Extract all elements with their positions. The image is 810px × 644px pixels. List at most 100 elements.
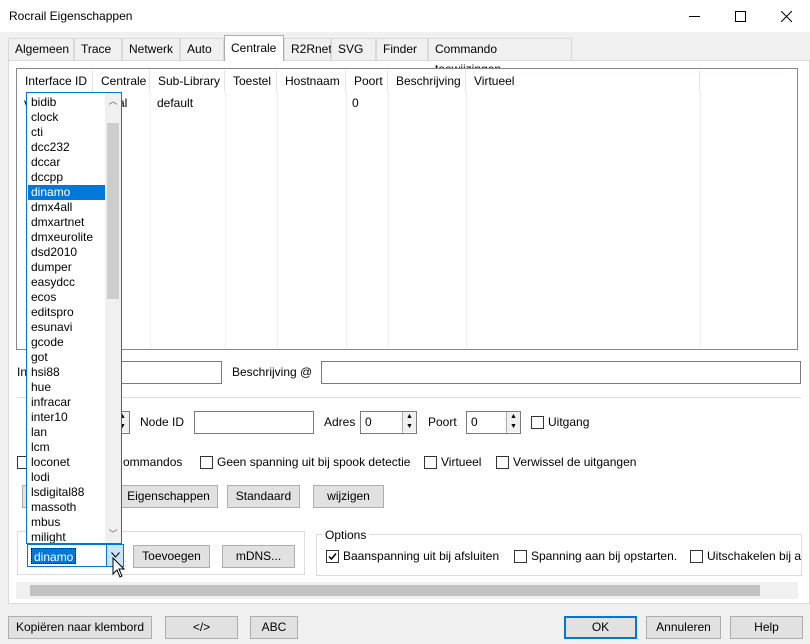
chevron-down-icon[interactable]: ﹀ [105,526,121,543]
spanning-opstarten-checkbox[interactable] [514,550,527,563]
col-divider [346,92,347,348]
col-divider [466,92,467,348]
spin-up-icon[interactable]: ▲ [403,412,416,422]
dropdown-item-clock[interactable]: clock [28,110,105,125]
grid-cell-sub-library[interactable]: default [157,96,193,110]
close-button[interactable] [763,0,809,32]
node-id-input[interactable] [194,411,314,434]
dropdown-item-milight[interactable]: milight [28,530,105,543]
baanspanning-afsluiten-checkbox[interactable] [326,550,339,563]
uitgang-checkbox[interactable] [531,416,544,429]
dropdown-item-cti[interactable]: cti [28,125,105,140]
col-header-toestel[interactable]: Toestel [225,70,277,92]
centrale-grid[interactable] [16,68,798,350]
chevron-up-icon[interactable]: ︿ [105,93,121,110]
col-header-virtueel[interactable]: Virtueel [466,70,700,92]
dropdown-item-gcode[interactable]: gcode [28,335,105,350]
dropdown-item-dumper[interactable]: dumper [28,260,105,275]
cancel-button[interactable]: Annuleren [646,616,721,639]
spin-down-icon[interactable]: ▼ [403,422,416,432]
library-combo[interactable]: dinamo [27,544,124,567]
dropdown-item-dccar[interactable]: dccar [28,155,105,170]
standaard-button[interactable]: Standaard [227,485,300,508]
col-divider [225,92,226,348]
col-header-poort[interactable]: Poort [346,70,388,92]
eigenschappen-button[interactable]: Eigenschappen [119,485,218,508]
dropdown-item-ecos[interactable]: ecos [28,290,105,305]
spook-detectie-checkbox[interactable] [200,456,213,469]
dropdown-item-dsd2010[interactable]: dsd2010 [28,245,105,260]
minimize-button[interactable] [671,0,717,32]
dropdown-item-got[interactable]: got [28,350,105,365]
tab-algemeen[interactable]: Algemeen [8,38,74,60]
grid-cell-poort[interactable]: 0 [352,96,359,110]
dropdown-item-editspro[interactable]: editspro [28,305,105,320]
dropdown-item-loconet[interactable]: loconet [28,455,105,470]
col-header-beschrijving[interactable]: Beschrijving [388,70,466,92]
dropdown-item-dccpp[interactable]: dccpp [28,170,105,185]
spin-down-icon[interactable]: ▼ [507,422,520,432]
help-button[interactable]: Help [730,616,803,639]
group-separator [17,397,801,398]
uitschakelen-checkbox[interactable] [690,550,703,563]
dropdown-item-esunavi[interactable]: esunavi [28,320,105,335]
dropdown-item-lodi[interactable]: lodi [28,470,105,485]
maximize-button[interactable] [717,0,763,32]
library-dropdown-list[interactable]: bidib clock cti dcc232 dccar dccpp dinamo dmx4a… [26,92,122,544]
uitschakelen-label: Uitschakelen bij a [707,549,802,563]
virtueel-checkbox[interactable] [424,456,437,469]
dropdown-item-infracar[interactable]: infracar [28,395,105,410]
spook-detectie-label: Geen spanning uit bij spook detectie [217,455,411,469]
mouse-cursor-icon [112,557,126,578]
tab-svg[interactable]: SVG [331,38,376,60]
dropdown-item-hsi88[interactable]: hsi88 [28,365,105,380]
col-header-centrale[interactable]: Centrale [93,70,150,92]
dropdown-item-hue[interactable]: hue [28,380,105,395]
verwissel-checkbox[interactable] [496,456,509,469]
col-divider [700,92,701,348]
ok-button[interactable]: OK [564,616,637,639]
window-title: Rocrail Eigenschappen [9,9,133,23]
dropdown-item-dmx4all[interactable]: dmx4all [28,200,105,215]
adres-spinner[interactable]: 0 ▲ ▼ [360,411,417,434]
beschrijving-input[interactable] [321,361,801,384]
spin-up-icon[interactable]: ▲ [507,412,520,422]
dropdown-item-lan[interactable]: lan [28,425,105,440]
col-header-interface-id[interactable]: Interface ID [17,70,93,92]
dropdown-item-bidib[interactable]: bidib [28,95,105,110]
dropdown-item-massoth[interactable]: massoth [28,500,105,515]
dropdown-item-dcc232[interactable]: dcc232 [28,140,105,155]
col-divider [150,92,151,348]
tab-r2rnet[interactable]: R2Rnet [284,38,332,60]
dropdown-item-dmxartnet[interactable]: dmxartnet [28,215,105,230]
dropdown-item-dinamo[interactable]: dinamo [28,185,105,200]
checkmark-icon [328,553,337,561]
tab-finder[interactable]: Finder [376,38,428,60]
close-icon [780,10,792,22]
dropdown-item-inter10[interactable]: inter10 [28,410,105,425]
code-button[interactable]: </> [165,616,238,639]
dropdown-scrollbar[interactable]: ︿ ﹀ [105,93,121,543]
horizontal-scrollbar-thumb[interactable] [30,585,760,596]
tab-auto[interactable]: Auto [180,38,224,60]
wijzigen-button[interactable]: wijzigen [313,485,384,508]
dropdown-item-lsdigital88[interactable]: lsdigital88 [28,485,105,500]
interface-id-input[interactable] [121,361,222,384]
tab-commando-toewijzingen[interactable]: Commando toewijzingen [428,38,572,76]
poort-spinner[interactable]: 0 ▲ ▼ [466,411,521,434]
dropdown-scrollbar-thumb[interactable] [107,123,119,299]
poort-value: 0 [471,415,478,429]
dropdown-item-lcm[interactable]: lcm [28,440,105,455]
tab-trace[interactable]: Trace [74,38,122,60]
dropdown-item-dmxeurolite[interactable]: dmxeurolite [28,230,105,245]
toevoegen-button[interactable]: Toevoegen [133,545,210,568]
tab-centrale[interactable]: Centrale [224,35,284,61]
col-header-sub-library[interactable]: Sub-Library [150,70,225,92]
abc-button[interactable]: ABC [250,616,298,639]
tab-netwerk[interactable]: Netwerk [122,38,180,60]
dropdown-item-mbus[interactable]: mbus [28,515,105,530]
col-header-hostnaam[interactable]: Hostnaam [277,70,346,92]
dropdown-item-easydcc[interactable]: easydcc [28,275,105,290]
copy-to-clipboard-button[interactable]: Kopiëren naar klembord [8,616,152,639]
mdns-button[interactable]: mDNS... [222,545,295,568]
